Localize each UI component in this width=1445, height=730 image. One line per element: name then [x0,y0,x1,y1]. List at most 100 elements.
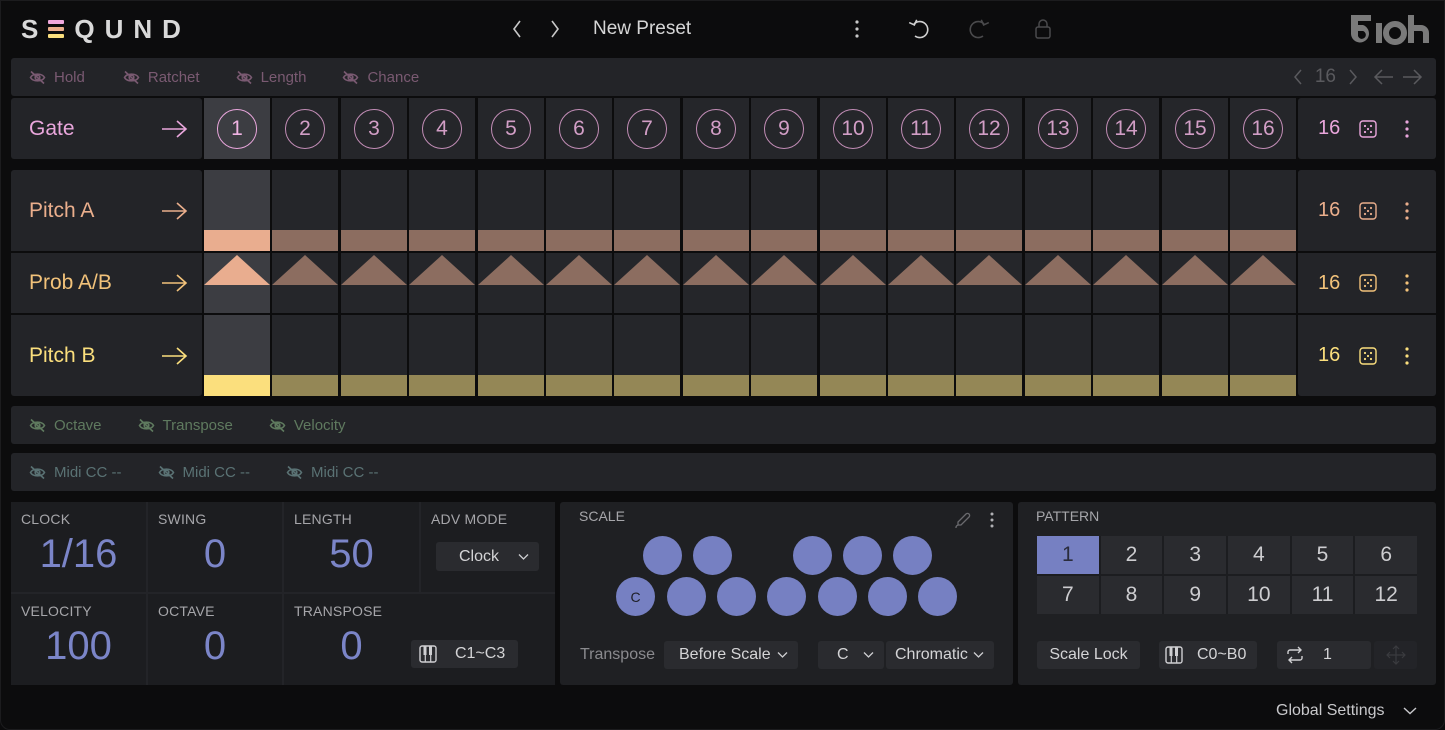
preset-menu-button[interactable] [843,15,871,43]
prob-triangle[interactable] [546,255,612,285]
prob-ab-step[interactable] [546,253,612,313]
gate-step-toggle[interactable]: 1 [217,108,257,149]
more-vertical-icon[interactable] [1401,273,1413,293]
gate-step[interactable]: 9 [751,98,817,159]
length-param[interactable]: LENGTH 50 [284,502,419,592]
gate-step-toggle[interactable]: 9 [764,108,804,149]
shift-right-button[interactable] [1398,63,1426,91]
pitch-a-value-bar[interactable] [546,230,612,251]
scale-key-black[interactable] [843,536,882,575]
gate-step[interactable]: 14 [1093,98,1159,159]
root-note-dropdown[interactable]: C [818,641,884,669]
gate-step[interactable]: 7 [614,98,680,159]
gate-step[interactable]: 4 [409,98,475,159]
pitch-a-step[interactable] [1025,170,1091,251]
pitch-b-step[interactable] [1025,315,1091,396]
pitch-a-value-bar[interactable] [820,230,886,251]
pattern-range-button[interactable]: C0~B0 [1159,641,1257,669]
prob-ab-step[interactable] [478,253,544,313]
prob-triangle[interactable] [341,255,407,285]
pitch-a-step[interactable] [409,170,475,251]
prob-triangle[interactable] [409,255,475,285]
scale-key-black[interactable] [793,536,832,575]
pattern-slot[interactable]: 7 [1037,576,1099,614]
pitch-a-step[interactable] [751,170,817,251]
pitch-b-step[interactable] [546,315,612,396]
gate-step-toggle[interactable]: 7 [627,108,667,149]
undo-button[interactable] [906,15,934,43]
pattern-slot[interactable]: 4 [1228,536,1290,574]
pitch-b-value-bar[interactable] [409,375,475,396]
pattern-slot[interactable]: 11 [1291,576,1354,614]
octave-param[interactable]: OCTAVE 0 [148,594,282,685]
gate-step-toggle[interactable]: 11 [901,108,941,149]
pitch-b-step[interactable] [614,315,680,396]
pitch-b-step[interactable] [956,315,1022,396]
gate-mod-toggle-3[interactable]: Length [236,69,306,86]
pitch-a-value-bar[interactable] [341,230,407,251]
prob-triangle[interactable] [820,255,886,285]
pitch-a-step[interactable] [1230,170,1296,251]
gate-step-toggle[interactable]: 12 [969,108,1009,149]
pitch-a-value-bar[interactable] [272,230,338,251]
pitch-a-step[interactable] [478,170,544,251]
pitch-b-step[interactable] [1162,315,1228,396]
pattern-slot[interactable]: 10 [1228,576,1290,614]
pitch-a-step[interactable] [1093,170,1159,251]
prob-ab-step[interactable] [1025,253,1091,313]
swing-value[interactable]: 0 [148,532,282,577]
scale-key-white[interactable] [868,577,907,616]
gate-step-toggle[interactable]: 3 [354,108,394,149]
prob-ab-step[interactable] [888,253,954,313]
pitch-b-step[interactable] [478,315,544,396]
pitch-b-step[interactable] [820,315,886,396]
pattern-slot[interactable]: 9 [1164,576,1226,614]
prob-ab-step[interactable] [341,253,407,313]
prev-preset-button[interactable] [503,15,531,43]
gate-step-toggle[interactable]: 15 [1175,108,1215,149]
lane-length[interactable]: 16 [1318,117,1340,140]
swing-param[interactable]: SWING 0 [148,502,282,592]
pitch-b-value-bar[interactable] [683,375,749,396]
gate-step[interactable]: 11 [888,98,954,159]
pitch-b-step[interactable] [1093,315,1159,396]
prob-triangle[interactable] [1230,255,1296,285]
pitch-b-value-bar[interactable] [204,375,270,396]
pitch-a-value-bar[interactable] [1093,230,1159,251]
prob-triangle[interactable] [956,255,1022,285]
pattern-slot[interactable]: 6 [1355,536,1417,574]
lane-length[interactable]: 16 [1318,344,1340,367]
prob-triangle[interactable] [683,255,749,285]
pitch-a-value-bar[interactable] [478,230,544,251]
dice-icon[interactable] [1359,346,1377,365]
pitch-b-value-bar[interactable] [1093,375,1159,396]
more-vertical-icon[interactable] [1401,119,1413,139]
redo-button[interactable] [964,15,992,43]
gate-step[interactable]: 1 [204,98,270,159]
pitch-a-value-bar[interactable] [204,230,270,251]
pitch-b-value-bar[interactable] [1230,375,1296,396]
pitch-a-step[interactable] [546,170,612,251]
pitch-a-step[interactable] [888,170,954,251]
pattern-slot[interactable]: 5 [1291,536,1354,574]
pitch-a-value-bar[interactable] [1230,230,1296,251]
prob-ab-step[interactable] [751,253,817,313]
preset-name[interactable]: New Preset [593,15,691,43]
scale-key-black[interactable] [893,536,932,575]
scale-key-white[interactable] [667,577,706,616]
prob-triangle[interactable] [1025,255,1091,285]
pitch-b-step[interactable] [1230,315,1296,396]
prob-triangle[interactable] [888,255,954,285]
scale-key-white[interactable] [818,577,857,616]
pitch-b-step[interactable] [204,315,270,396]
midi-cc-toggle-3[interactable]: Midi CC -- [286,464,379,481]
prob-triangle[interactable] [1162,255,1228,285]
prob-ab-step[interactable] [614,253,680,313]
clock-value[interactable]: 1/16 [11,532,146,577]
velocity-value[interactable]: 100 [11,624,146,669]
pitch-a-step[interactable] [272,170,338,251]
pattern-slot[interactable]: 2 [1100,536,1163,574]
pattern-repeat-field[interactable]: 1 [1277,641,1371,669]
pitch-b-value-bar[interactable] [751,375,817,396]
more-vertical-icon[interactable] [1401,201,1413,221]
